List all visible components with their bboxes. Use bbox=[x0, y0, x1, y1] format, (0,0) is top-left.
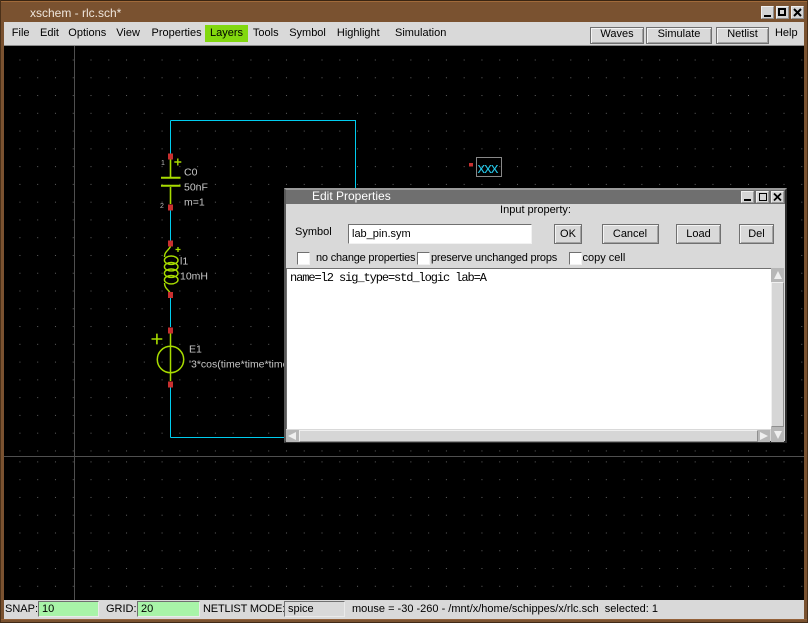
svg-text:50nF: 50nF bbox=[184, 182, 208, 194]
svg-text:xxx: xxx bbox=[478, 160, 499, 177]
svg-text:1: 1 bbox=[161, 160, 165, 167]
svg-text:10mH: 10mH bbox=[180, 271, 208, 283]
svg-text:'3*cos(time*time*time*: '3*cos(time*time*time* bbox=[189, 359, 293, 371]
svg-text:C0: C0 bbox=[184, 167, 198, 179]
svg-text:2: 2 bbox=[160, 203, 164, 210]
svg-text:E1: E1 bbox=[189, 344, 202, 356]
svg-text:l1: l1 bbox=[180, 256, 188, 268]
svg-text:m=1: m=1 bbox=[184, 197, 205, 209]
